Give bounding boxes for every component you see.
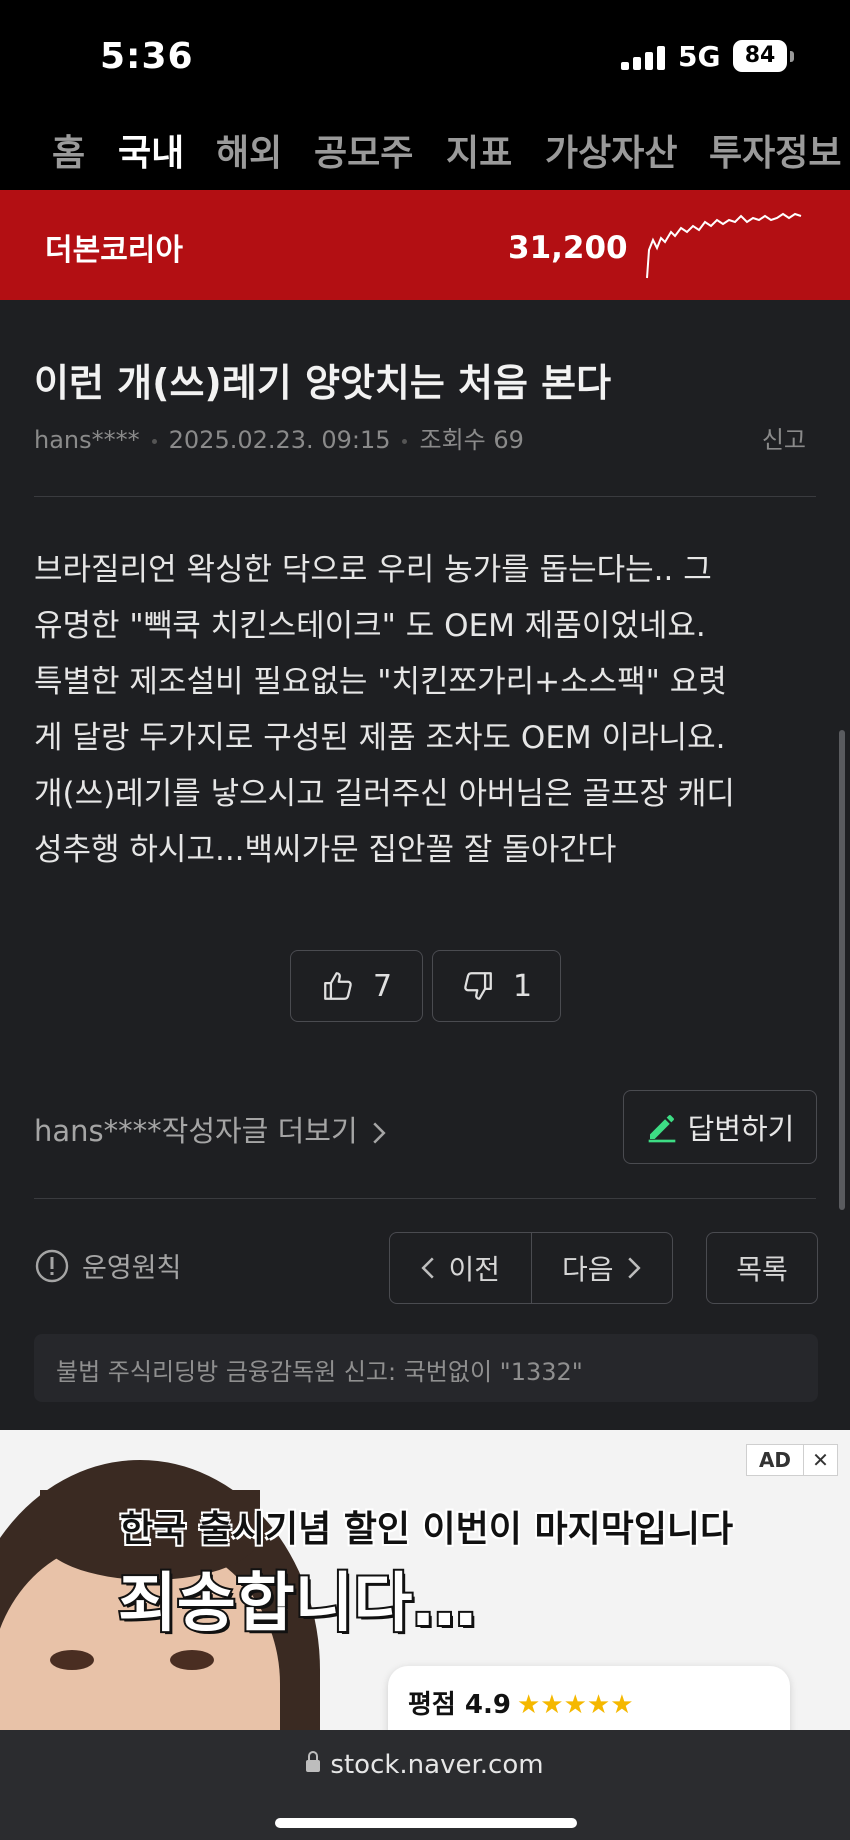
post-body-line: 특별한 제조설비 필요없는 "치킨쪼가리+소스팩" 요렷	[34, 664, 727, 700]
home-indicator[interactable]	[275, 1818, 577, 1828]
lock-icon	[306, 1750, 321, 1772]
author-more-link[interactable]: hans****작성자글 더보기	[34, 1108, 387, 1150]
battery-icon: 84	[733, 40, 787, 72]
ad-rating-text: 평점 4.9	[408, 1690, 511, 1720]
url-display[interactable]: stock.naver.com	[0, 1750, 850, 1780]
ad-headline: 한국 출시기념 할인 이번이 마지막입니다	[120, 1509, 734, 1550]
reply-button[interactable]: 답변하기	[623, 1090, 817, 1164]
prev-label: 이전	[448, 1253, 501, 1286]
status-time: 5:36	[100, 36, 194, 77]
url-text: stock.naver.com	[330, 1750, 544, 1780]
tab-crypto[interactable]: 가상자산	[545, 124, 677, 176]
ad-badge: AD ✕	[746, 1444, 838, 1476]
ad-rating-card: 평점 4.9 ★★★★★	[388, 1666, 790, 1730]
post-title: 이런 개(쓰)레기 양앗치는 처음 본다	[34, 361, 612, 405]
info-circle-icon	[35, 1249, 69, 1282]
post-body: 브라질리언 왁싱한 닥으로 우리 농가를 돕는다는.. 그 유명한 "빽쿡 치킨…	[34, 542, 824, 878]
ad-banner[interactable]: 한국 출시기념 할인 이번이 마지막입니다 죄송합니다… AD ✕ 평점 4.9…	[0, 1430, 850, 1730]
dislike-count: 1	[512, 968, 533, 1004]
divider	[34, 496, 816, 497]
thumbs-down-icon	[464, 972, 492, 1000]
post-body-line: 브라질리언 왁싱한 닥으로 우리 농가를 돕는다는.. 그	[34, 552, 712, 588]
stock-price: 31,200	[508, 230, 628, 266]
star-rating-icon: ★★★★★	[516, 1690, 634, 1720]
tab-domestic[interactable]: 국내	[118, 124, 184, 176]
stock-name: 더본코리아	[45, 233, 183, 268]
pager: 이전 다음	[389, 1232, 673, 1304]
like-button[interactable]: 7	[290, 950, 423, 1022]
ad-model-eye	[170, 1650, 214, 1670]
tab-overseas[interactable]: 해외	[216, 124, 282, 176]
next-button[interactable]: 다음	[532, 1233, 673, 1303]
battery-tip	[790, 51, 794, 62]
post-body-line: 개(쓰)레기를 낳으시고 길러주신 아버님은 골프장 캐디	[34, 776, 735, 812]
chevron-left-icon	[421, 1257, 435, 1279]
post-views: 조회수 69	[419, 426, 524, 454]
report-button[interactable]: 신고	[762, 420, 806, 455]
divider	[34, 1198, 816, 1199]
ad-rating: 평점 4.9 ★★★★★	[408, 1684, 634, 1721]
rules-label: 운영원칙	[82, 1253, 182, 1284]
ad-model-eye	[50, 1650, 94, 1670]
reply-label: 답변하기	[687, 1112, 795, 1146]
next-label: 다음	[561, 1253, 614, 1286]
notice-banner: 불법 주식리딩방 금융감독원 신고: 국번없이 "1332"	[34, 1334, 818, 1402]
chevron-right-icon	[373, 1122, 386, 1144]
post-author[interactable]: hans****	[34, 426, 140, 454]
post-body-line: 유명한 "빽쿡 치킨스테이크" 도 OEM 제품이었네요.	[34, 608, 706, 644]
post-body-line: 성추행 하시고...백씨가문 집안꼴 잘 돌아간다	[34, 832, 617, 868]
post-meta: hans**** 2025.02.23. 09:15 조회수 69	[34, 420, 524, 455]
rules-link[interactable]: 운영원칙	[34, 1246, 181, 1285]
ad-subheadline: 죄송합니다…	[116, 1565, 478, 1643]
tab-ipo[interactable]: 공모주	[314, 124, 413, 176]
tab-home[interactable]: 홈	[52, 124, 85, 176]
scrollbar[interactable]	[839, 730, 845, 1210]
list-button[interactable]: 목록	[706, 1232, 818, 1304]
tab-invest-info[interactable]: 투자정보	[709, 124, 841, 176]
post-datetime: 2025.02.23. 09:15	[168, 426, 391, 454]
meta-separator	[151, 438, 157, 444]
network-type: 5G	[678, 40, 721, 73]
post-container: 이런 개(쓰)레기 양앗치는 처음 본다 hans**** 2025.02.23.…	[0, 300, 850, 1430]
like-count: 7	[372, 968, 393, 1004]
post-body-line: 게 달랑 두가지로 구성된 제품 조차도 OEM 이라니요.	[34, 720, 726, 756]
thumbs-up-icon	[324, 972, 352, 1000]
ad-close-icon[interactable]: ✕	[803, 1445, 837, 1475]
stock-banner[interactable]: 더본코리아 31,200	[0, 190, 850, 300]
category-nav: 홈 국내 해외 공모주 지표 가상자산 투자정보	[0, 110, 850, 190]
prev-button[interactable]: 이전	[390, 1233, 531, 1303]
chevron-right-icon	[627, 1257, 641, 1279]
author-more-label: hans****작성자글 더보기	[34, 1114, 358, 1148]
meta-separator	[402, 438, 408, 444]
dislike-button[interactable]: 1	[432, 950, 561, 1022]
pencil-icon	[648, 1115, 675, 1143]
browser-address-bar[interactable]: stock.naver.com	[0, 1730, 850, 1840]
ad-label: AD	[758, 1448, 792, 1472]
stock-sparkline-icon	[646, 212, 802, 279]
status-bar: 5:36 5G 84	[0, 0, 850, 110]
tab-indicators[interactable]: 지표	[446, 124, 512, 176]
cellular-signal-icon	[621, 46, 665, 70]
